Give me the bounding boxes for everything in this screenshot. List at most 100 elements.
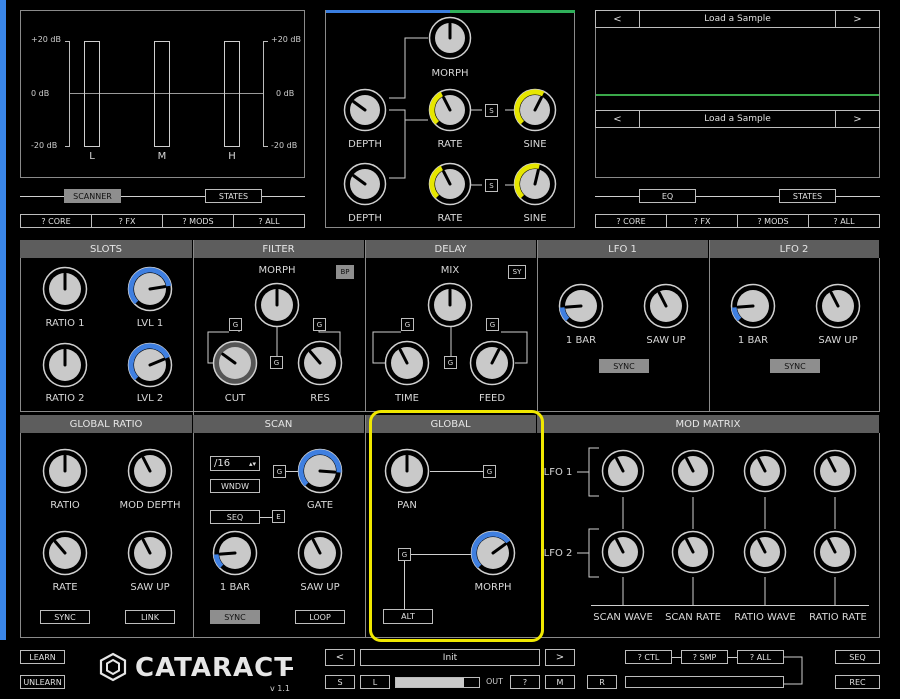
- scan-division-select[interactable]: /16 ▴▾: [210, 456, 260, 471]
- meter-bar-low[interactable]: [84, 41, 100, 147]
- lfo2-bar-knob[interactable]: [730, 283, 776, 332]
- preset-name[interactable]: Init: [360, 649, 540, 666]
- help-all-footer-button[interactable]: ? ALL: [737, 650, 784, 664]
- unlearn-button[interactable]: UNLEARN: [20, 675, 65, 689]
- sampler1-name[interactable]: Load a Sample: [639, 10, 836, 28]
- meter-bar-mid[interactable]: [154, 41, 170, 147]
- sampler1-next-button[interactable]: >: [835, 10, 880, 28]
- lvl2-knob[interactable]: [127, 342, 173, 391]
- scan-sync-button[interactable]: SYNC: [210, 610, 260, 624]
- scan-gate-knob[interactable]: [297, 448, 343, 497]
- load-preset-button[interactable]: L: [360, 675, 390, 689]
- knob-graphic: [643, 283, 689, 329]
- mod-rate1-knob[interactable]: [428, 88, 472, 135]
- mod-sine1-knob[interactable]: [513, 88, 557, 135]
- divider-3: [537, 240, 538, 412]
- help-mods-right[interactable]: ? MODS: [737, 214, 809, 228]
- global-ratio-sync-button[interactable]: SYNC: [40, 610, 90, 624]
- footer-r-button[interactable]: R: [587, 675, 617, 689]
- filter-res-knob[interactable]: [297, 340, 343, 389]
- knob-graphic: [558, 283, 604, 329]
- scanner-tab[interactable]: SCANNER: [64, 189, 121, 203]
- eq-tab[interactable]: EQ: [639, 189, 696, 203]
- scan-saw-knob[interactable]: [297, 530, 343, 579]
- delay-mix-g-toggle[interactable]: G: [444, 356, 457, 369]
- global-saw-knob[interactable]: [127, 530, 173, 579]
- scan-bar-knob[interactable]: [212, 530, 258, 579]
- filter-morph-knob[interactable]: [254, 282, 300, 331]
- footer-m-button[interactable]: M: [545, 675, 575, 689]
- scan-loop-button[interactable]: LOOP: [295, 610, 345, 624]
- help-fx-right[interactable]: ? FX: [666, 214, 738, 228]
- global-rate-knob[interactable]: [42, 530, 88, 579]
- mod-depth1-knob[interactable]: [343, 88, 387, 135]
- sampler2-name[interactable]: Load a Sample: [639, 110, 836, 128]
- delay-feed-knob[interactable]: [469, 340, 515, 389]
- lfo2-sync-button[interactable]: SYNC: [770, 359, 820, 373]
- help-core-right[interactable]: ? CORE: [595, 214, 667, 228]
- matrix-lfo2-ratio-rate-knob[interactable]: [813, 530, 857, 577]
- mod-depth2-knob[interactable]: [343, 162, 387, 209]
- sampler2-prev-button[interactable]: <: [595, 110, 640, 128]
- scan-seq-button[interactable]: SEQ: [210, 510, 260, 524]
- scan-wndw-button[interactable]: WNDW: [210, 479, 260, 493]
- filter-res-g-toggle[interactable]: G: [313, 318, 326, 331]
- delay-time-g-toggle[interactable]: G: [401, 318, 414, 331]
- ratio2-knob[interactable]: [42, 342, 88, 391]
- help-all-left[interactable]: ? ALL: [233, 214, 305, 228]
- states-tab-left[interactable]: STATES: [205, 189, 262, 203]
- matrix-lfo1-ratio-rate-knob[interactable]: [813, 449, 857, 496]
- delay-feed-g-toggle[interactable]: G: [486, 318, 499, 331]
- preset-next-button[interactable]: >: [545, 649, 575, 666]
- states-tab-right[interactable]: STATES: [779, 189, 836, 203]
- filter-morph-g-toggle[interactable]: G: [270, 356, 283, 369]
- band-label-mid: M: [157, 151, 167, 162]
- mod-sine2-knob[interactable]: [513, 162, 557, 209]
- filter-cut-g-toggle[interactable]: G: [229, 318, 242, 331]
- seq-button[interactable]: SEQ: [835, 650, 880, 664]
- scan-gate-g-toggle[interactable]: G: [273, 465, 286, 478]
- preset-prev-button[interactable]: <: [325, 649, 355, 666]
- matrix-lfo1-scan-rate-knob[interactable]: [671, 449, 715, 496]
- help-mods-left[interactable]: ? MODS: [162, 214, 234, 228]
- lvl1-knob[interactable]: [127, 266, 173, 315]
- matrix-lfo2-scan-wave-knob[interactable]: [601, 530, 645, 577]
- global-ratio-link-button[interactable]: LINK: [125, 610, 175, 624]
- mod-morph-knob[interactable]: [428, 16, 472, 63]
- lfo1-saw-knob[interactable]: [643, 283, 689, 332]
- output-level-slider[interactable]: [395, 677, 480, 688]
- filter-cut-knob[interactable]: [212, 340, 258, 389]
- knob-graphic: [127, 266, 173, 312]
- help-core-left[interactable]: ? CORE: [20, 214, 92, 228]
- stepper-icon: ▴▾: [248, 459, 256, 468]
- lfo1-sync-button[interactable]: SYNC: [599, 359, 649, 373]
- matrix-lfo2-scan-rate-knob[interactable]: [671, 530, 715, 577]
- matrix-col-ratio-rate: RATIO RATE: [809, 612, 867, 623]
- meter-bar-high[interactable]: [224, 41, 240, 147]
- scan-e-toggle[interactable]: E: [272, 510, 285, 523]
- matrix-lfo2-ratio-wave-knob[interactable]: [743, 530, 787, 577]
- mod-sync1-toggle[interactable]: S: [485, 104, 498, 117]
- lvl1-label: LVL 1: [136, 318, 164, 329]
- help-smp-button[interactable]: ? SMP: [681, 650, 728, 664]
- lfo2-saw-knob[interactable]: [815, 283, 861, 332]
- learn-button[interactable]: LEARN: [20, 650, 65, 664]
- mod-depth-knob[interactable]: [127, 448, 173, 497]
- global-ratio-knob[interactable]: [42, 448, 88, 497]
- save-preset-button[interactable]: S: [325, 675, 355, 689]
- help-ctl-button[interactable]: ? CTL: [625, 650, 672, 664]
- help-fx-left[interactable]: ? FX: [91, 214, 163, 228]
- delay-mix-knob[interactable]: [427, 282, 473, 331]
- sampler1-prev-button[interactable]: <: [595, 10, 640, 28]
- ratio1-knob[interactable]: [42, 266, 88, 315]
- mod-rate2-knob[interactable]: [428, 162, 472, 209]
- matrix-lfo1-scan-wave-knob[interactable]: [601, 449, 645, 496]
- footer-help-button[interactable]: ?: [510, 675, 540, 689]
- mod-sync2-toggle[interactable]: S: [485, 179, 498, 192]
- delay-time-knob[interactable]: [384, 340, 430, 389]
- help-all-right[interactable]: ? ALL: [808, 214, 880, 228]
- matrix-lfo1-ratio-wave-knob[interactable]: [743, 449, 787, 496]
- rec-button[interactable]: REC: [835, 675, 880, 689]
- sampler2-next-button[interactable]: >: [835, 110, 880, 128]
- lfo1-bar-knob[interactable]: [558, 283, 604, 332]
